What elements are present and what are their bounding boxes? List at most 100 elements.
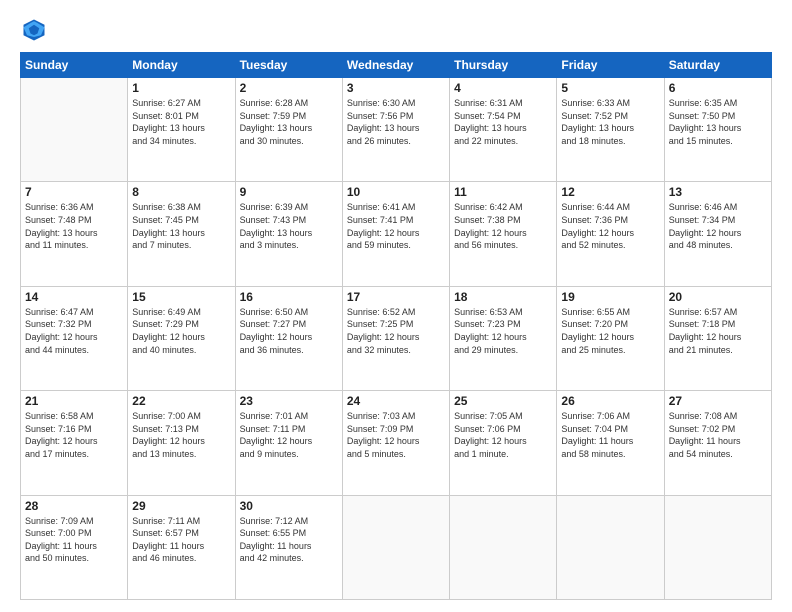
day-cell: 25Sunrise: 7:05 AM Sunset: 7:06 PM Dayli… [450,391,557,495]
day-info: Sunrise: 6:39 AM Sunset: 7:43 PM Dayligh… [240,201,338,251]
day-cell: 24 Sunrise: 7:03 AM Sunset: 7:09 PM Dayli… [342,391,449,495]
day-info: Sunrise: 6:57 AM Sunset: 7:18 PM Dayligh… [669,306,767,356]
day-info: Sunrise: 6:53 AM Sunset: 7:23 PM Dayligh… [454,306,552,356]
day-cell: 14 Sunrise: 6:47 AM Sunset: 7:32 PM Dayli… [21,286,128,390]
day-number: 20 [669,290,767,304]
weekday-header-tuesday: Tuesday [235,53,342,78]
day-cell [450,495,557,599]
week-row-2: 14 Sunrise: 6:47 AM Sunset: 7:32 PM Dayli… [21,286,772,390]
day-cell: 16 Sunrise: 6:50 AM Sunset: 7:27 PM Dayli… [235,286,342,390]
day-cell [342,495,449,599]
day-cell: 26 Sunrise: 7:06 AM Sunset: 7:04 PM Dayli… [557,391,664,495]
day-info: Sunrise: 7:05 AM Sunset: 7:06 PM Dayligh… [454,410,552,460]
week-row-3: 21 Sunrise: 6:58 AM Sunset: 7:16 PM Dayli… [21,391,772,495]
day-cell: 20 Sunrise: 6:57 AM Sunset: 7:18 PM Dayli… [664,286,771,390]
day-cell: 28 Sunrise: 7:09 AM Sunset: 7:00 PM Dayli… [21,495,128,599]
day-cell [664,495,771,599]
day-cell: 5 Sunrise: 6:33 AM Sunset: 7:52 PM Daylig… [557,78,664,182]
day-number: 12 [561,185,659,199]
day-cell: 21 Sunrise: 6:58 AM Sunset: 7:16 PM Dayli… [21,391,128,495]
day-number: 26 [561,394,659,408]
weekday-header-row: SundayMondayTuesdayWednesdayThursdayFrid… [21,53,772,78]
day-cell: 12 Sunrise: 6:44 AM Sunset: 7:36 PM Dayli… [557,182,664,286]
day-number: 16 [240,290,338,304]
day-info: Sunrise: 7:00 AM Sunset: 7:13 PM Dayligh… [132,410,230,460]
day-number: 11 [454,185,552,199]
day-number: 29 [132,499,230,513]
day-info: Sunrise: 6:35 AM Sunset: 7:50 PM Dayligh… [669,97,767,147]
day-number: 19 [561,290,659,304]
day-number: 2 [240,81,338,95]
day-number: 14 [25,290,123,304]
page: SundayMondayTuesdayWednesdayThursdayFrid… [0,0,792,612]
day-cell: 17 Sunrise: 6:52 AM Sunset: 7:25 PM Dayli… [342,286,449,390]
day-number: 22 [132,394,230,408]
week-row-1: 7 Sunrise: 6:36 AM Sunset: 7:48 PM Daylig… [21,182,772,286]
weekday-header-sunday: Sunday [21,53,128,78]
day-info: Sunrise: 6:28 AM Sunset: 7:59 PM Dayligh… [240,97,338,147]
day-info: Sunrise: 7:12 AM Sunset: 6:55 PM Dayligh… [240,515,338,565]
day-cell: 8Sunrise: 6:38 AM Sunset: 7:45 PM Daylig… [128,182,235,286]
header [20,16,772,44]
day-info: Sunrise: 6:30 AM Sunset: 7:56 PM Dayligh… [347,97,445,147]
day-cell: 10 Sunrise: 6:41 AM Sunset: 7:41 PM Dayli… [342,182,449,286]
weekday-header-thursday: Thursday [450,53,557,78]
weekday-header-friday: Friday [557,53,664,78]
day-cell: 11 Sunrise: 6:42 AM Sunset: 7:38 PM Dayli… [450,182,557,286]
day-cell: 6Sunrise: 6:35 AM Sunset: 7:50 PM Daylig… [664,78,771,182]
logo-icon [20,16,48,44]
day-cell: 19 Sunrise: 6:55 AM Sunset: 7:20 PM Dayli… [557,286,664,390]
day-number: 5 [561,81,659,95]
day-number: 9 [240,185,338,199]
day-info: Sunrise: 6:55 AM Sunset: 7:20 PM Dayligh… [561,306,659,356]
day-number: 24 [347,394,445,408]
day-number: 10 [347,185,445,199]
day-cell: 1Sunrise: 6:27 AM Sunset: 8:01 PM Daylig… [128,78,235,182]
day-cell: 22 Sunrise: 7:00 AM Sunset: 7:13 PM Dayli… [128,391,235,495]
day-cell: 4Sunrise: 6:31 AM Sunset: 7:54 PM Daylig… [450,78,557,182]
day-number: 1 [132,81,230,95]
weekday-header-monday: Monday [128,53,235,78]
day-info: Sunrise: 6:33 AM Sunset: 7:52 PM Dayligh… [561,97,659,147]
day-info: Sunrise: 7:08 AM Sunset: 7:02 PM Dayligh… [669,410,767,460]
day-cell: 29Sunrise: 7:11 AM Sunset: 6:57 PM Dayli… [128,495,235,599]
day-number: 15 [132,290,230,304]
day-number: 3 [347,81,445,95]
day-cell [21,78,128,182]
day-number: 8 [132,185,230,199]
day-info: Sunrise: 6:58 AM Sunset: 7:16 PM Dayligh… [25,410,123,460]
day-info: Sunrise: 6:49 AM Sunset: 7:29 PM Dayligh… [132,306,230,356]
weekday-header-saturday: Saturday [664,53,771,78]
day-number: 27 [669,394,767,408]
day-info: Sunrise: 7:06 AM Sunset: 7:04 PM Dayligh… [561,410,659,460]
day-number: 21 [25,394,123,408]
day-cell: 9 Sunrise: 6:39 AM Sunset: 7:43 PM Daylig… [235,182,342,286]
weekday-header-wednesday: Wednesday [342,53,449,78]
day-cell [557,495,664,599]
day-info: Sunrise: 6:52 AM Sunset: 7:25 PM Dayligh… [347,306,445,356]
calendar-table: SundayMondayTuesdayWednesdayThursdayFrid… [20,52,772,600]
day-info: Sunrise: 6:50 AM Sunset: 7:27 PM Dayligh… [240,306,338,356]
day-info: Sunrise: 7:03 AM Sunset: 7:09 PM Dayligh… [347,410,445,460]
day-info: Sunrise: 6:42 AM Sunset: 7:38 PM Dayligh… [454,201,552,251]
day-cell: 18 Sunrise: 6:53 AM Sunset: 7:23 PM Dayli… [450,286,557,390]
day-info: Sunrise: 6:41 AM Sunset: 7:41 PM Dayligh… [347,201,445,251]
day-number: 7 [25,185,123,199]
day-number: 17 [347,290,445,304]
day-info: Sunrise: 6:44 AM Sunset: 7:36 PM Dayligh… [561,201,659,251]
day-info: Sunrise: 7:09 AM Sunset: 7:00 PM Dayligh… [25,515,123,565]
day-cell: 3 Sunrise: 6:30 AM Sunset: 7:56 PM Daylig… [342,78,449,182]
day-cell: 27 Sunrise: 7:08 AM Sunset: 7:02 PM Dayli… [664,391,771,495]
day-cell: 13 Sunrise: 6:46 AM Sunset: 7:34 PM Dayli… [664,182,771,286]
day-info: Sunrise: 6:36 AM Sunset: 7:48 PM Dayligh… [25,201,123,251]
week-row-4: 28 Sunrise: 7:09 AM Sunset: 7:00 PM Dayli… [21,495,772,599]
day-info: Sunrise: 6:46 AM Sunset: 7:34 PM Dayligh… [669,201,767,251]
day-number: 23 [240,394,338,408]
day-cell: 7 Sunrise: 6:36 AM Sunset: 7:48 PM Daylig… [21,182,128,286]
day-number: 18 [454,290,552,304]
day-number: 13 [669,185,767,199]
day-info: Sunrise: 6:31 AM Sunset: 7:54 PM Dayligh… [454,97,552,147]
day-cell: 23Sunrise: 7:01 AM Sunset: 7:11 PM Dayli… [235,391,342,495]
day-number: 28 [25,499,123,513]
day-info: Sunrise: 6:47 AM Sunset: 7:32 PM Dayligh… [25,306,123,356]
